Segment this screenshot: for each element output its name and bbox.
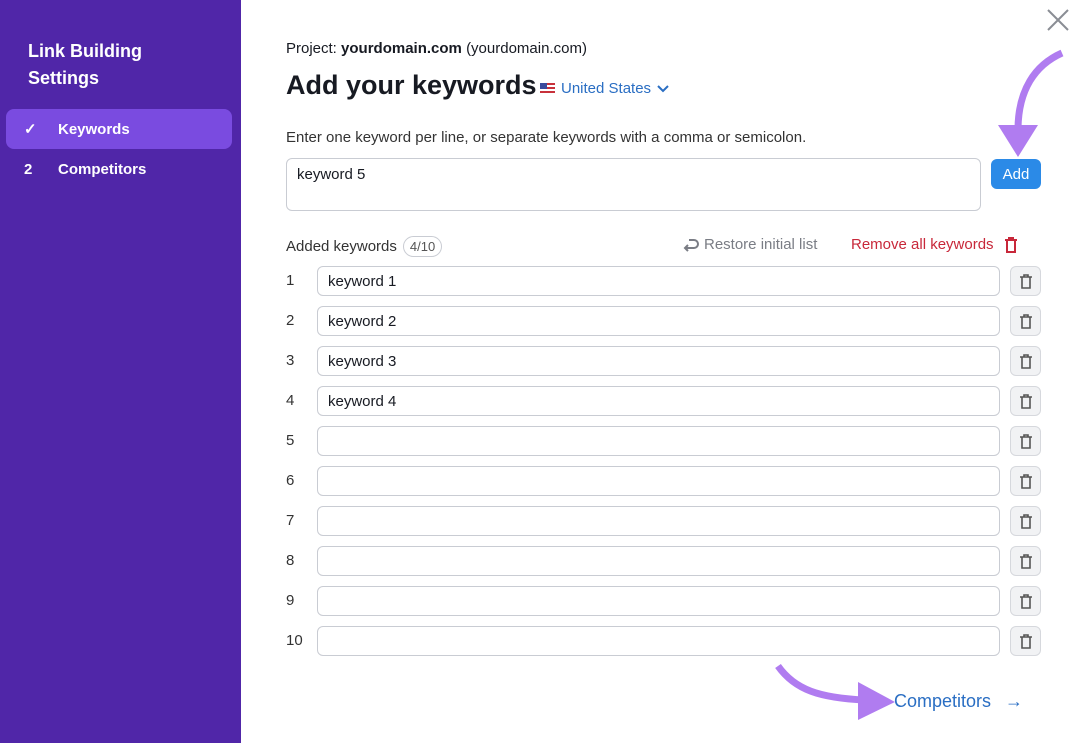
trash-icon (1019, 553, 1032, 569)
trash-icon (1019, 473, 1032, 489)
keyword-row: 1 (286, 266, 1042, 298)
add-button[interactable]: Add (991, 159, 1041, 189)
project-name: yourdomain.com (341, 40, 462, 57)
delete-row-button[interactable] (1010, 266, 1041, 296)
next-competitors-link[interactable]: Competitors → (894, 691, 1023, 712)
trash-icon (1019, 393, 1032, 409)
close-icon[interactable] (1046, 8, 1070, 32)
trash-icon (1019, 273, 1032, 289)
keyword-row: 3 (286, 346, 1042, 378)
keyword-field[interactable] (317, 506, 1000, 536)
project-domain: (yourdomain.com) (466, 40, 587, 57)
delete-row-button[interactable] (1010, 626, 1041, 656)
keyword-row: 2 (286, 306, 1042, 338)
country-select[interactable]: United States (540, 80, 669, 97)
keyword-row: 8 (286, 546, 1042, 578)
row-number: 3 (286, 352, 295, 369)
remove-all-label: Remove all keywords (851, 236, 994, 253)
row-number: 2 (286, 312, 295, 329)
added-keywords-label: Added keywords (286, 238, 397, 255)
trash-icon (1004, 236, 1017, 253)
delete-row-button[interactable] (1010, 346, 1041, 376)
trash-icon (1019, 353, 1032, 369)
project-line: Project: yourdomain.com (yourdomain.com) (286, 40, 587, 57)
page-title: Add your keywords (286, 70, 537, 100)
sidebar-title: Link Building Settings (28, 41, 142, 88)
delete-row-button[interactable] (1010, 586, 1041, 616)
chevron-down-icon (657, 84, 669, 92)
undo-icon (683, 238, 699, 252)
row-number: 10 (286, 632, 303, 649)
keyword-field[interactable] (317, 426, 1000, 456)
country-label: United States (561, 80, 652, 97)
project-label: Project: (286, 40, 337, 57)
delete-row-button[interactable] (1010, 466, 1041, 496)
keyword-row: 4 (286, 386, 1042, 418)
row-number: 6 (286, 472, 295, 489)
sidebar-item-label: Keywords (58, 120, 130, 138)
delete-row-button[interactable] (1010, 306, 1041, 336)
next-label: Competitors (894, 691, 992, 711)
row-number: 4 (286, 392, 295, 409)
sidebar: Link Building Settings ✓ Keywords 2 Comp… (0, 0, 241, 743)
keyword-row: 10 (286, 626, 1042, 658)
trash-icon (1019, 513, 1032, 529)
keyword-field[interactable] (317, 466, 1000, 496)
sidebar-item-competitors[interactable]: 2 Competitors (6, 149, 232, 189)
row-number: 1 (286, 272, 295, 289)
trash-icon (1019, 633, 1032, 649)
check-icon: ✓ (24, 121, 37, 138)
delete-row-button[interactable] (1010, 386, 1041, 416)
keyword-row: 5 (286, 426, 1042, 458)
keyword-row: 6 (286, 466, 1042, 498)
sidebar-item-keywords[interactable]: ✓ Keywords (6, 109, 232, 149)
trash-icon (1019, 593, 1032, 609)
row-number: 7 (286, 512, 295, 529)
restore-label: Restore initial list (704, 236, 818, 253)
keyword-field[interactable] (317, 546, 1000, 576)
keyword-field[interactable] (317, 386, 1000, 416)
row-number: 5 (286, 432, 295, 449)
annotation-arrow-competitors (775, 663, 895, 720)
keyword-field[interactable] (317, 586, 1000, 616)
us-flag-icon (540, 83, 555, 94)
keyword-input[interactable]: keyword 5 (286, 158, 981, 211)
sidebar-item-label: Competitors (58, 160, 147, 178)
keyword-field[interactable] (317, 626, 1000, 656)
count-badge: 4/10 (402, 236, 443, 257)
trash-icon (1019, 433, 1032, 449)
delete-row-button[interactable] (1010, 426, 1041, 456)
restore-button[interactable]: Restore initial list (683, 236, 817, 253)
step-number: 2 (24, 160, 33, 178)
keyword-row: 9 (286, 586, 1042, 618)
keyword-row: 7 (286, 506, 1042, 538)
trash-icon (1019, 313, 1032, 329)
row-number: 8 (286, 552, 295, 569)
keyword-field[interactable] (317, 346, 1000, 376)
row-number: 9 (286, 592, 295, 609)
delete-row-button[interactable] (1010, 506, 1041, 536)
delete-row-button[interactable] (1010, 546, 1041, 576)
keyword-field[interactable] (317, 306, 1000, 336)
arrow-right-icon: → (1005, 691, 1024, 711)
remove-all-button[interactable]: Remove all keywords (851, 236, 1018, 253)
input-hint: Enter one keyword per line, or separate … (286, 129, 807, 146)
added-keywords-header: Added keywords 4/10 (286, 236, 443, 257)
keyword-field[interactable] (317, 266, 1000, 296)
annotation-arrow-add (998, 49, 1064, 157)
